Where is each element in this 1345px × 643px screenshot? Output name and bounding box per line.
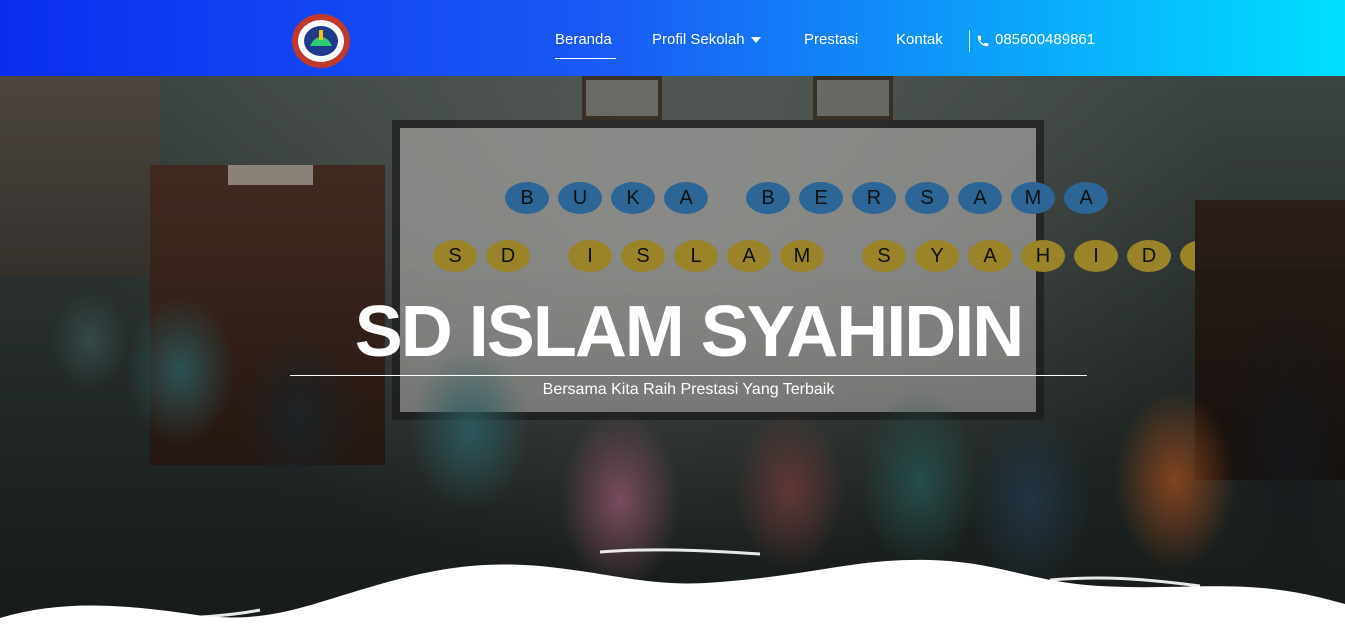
wave-divider (0, 548, 1345, 643)
hero-title: SD ISLAM SYAHIDIN (354, 292, 1024, 372)
nav-item-prestasi[interactable]: Prestasi (804, 31, 858, 48)
phone-icon (977, 35, 989, 47)
top-navbar: Beranda Profil Sekolah Prestasi Kontak 0… (0, 0, 1345, 76)
school-logo[interactable] (290, 12, 352, 70)
nav-item-beranda[interactable]: Beranda (555, 31, 612, 48)
active-nav-underline (555, 58, 616, 59)
caret-down-icon (750, 37, 761, 44)
nav-item-profil-sekolah[interactable]: Profil Sekolah (652, 31, 761, 48)
phone-number-link[interactable]: 085600489861 (995, 31, 1095, 48)
nav-item-label: Profil Sekolah (652, 31, 745, 48)
nav-item-kontak[interactable]: Kontak (896, 31, 943, 48)
title-divider (290, 375, 1087, 376)
hero-subtitle: Bersama Kita Raih Prestasi Yang Terbaik (542, 381, 835, 398)
nav-divider (969, 30, 970, 52)
hero-section: BUKA BERSAMA SD ISLAM SYAHIDIN SD ISLAM … (0, 0, 1345, 643)
